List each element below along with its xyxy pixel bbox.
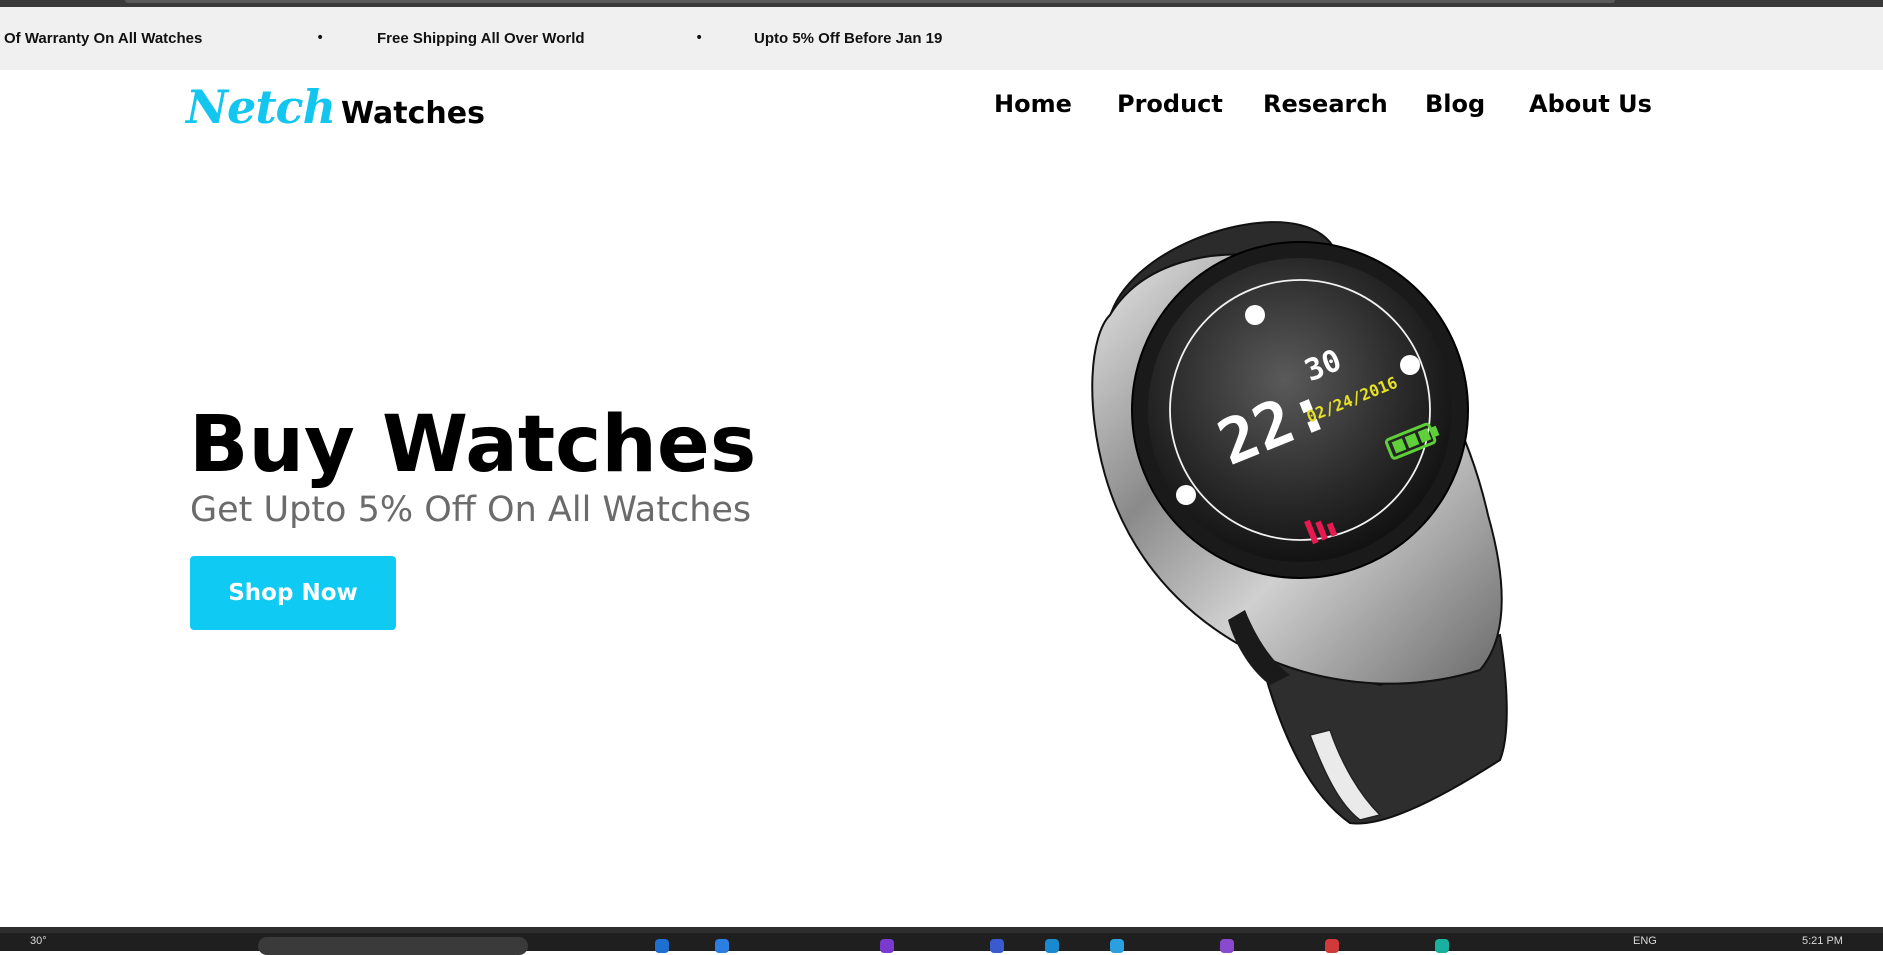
nav-about-us[interactable]: About Us [1529,90,1652,118]
announcement-separator: • [316,30,325,46]
watch-dial-dot [1176,485,1196,505]
taskbar-weather: 30° [30,935,47,947]
nav-research[interactable]: Research [1263,90,1388,118]
announcement-warranty: Of Warranty On All Watches [4,30,203,47]
watch-dial-dot [1245,305,1265,325]
watch-dial-dot [1400,355,1420,375]
hero-subtitle: Get Upto 5% Off On All Watches [190,490,752,530]
nav-blog[interactable]: Blog [1425,90,1485,118]
site-logo[interactable]: Netch Watches [186,80,485,140]
browser-tab-edge [125,0,1615,3]
hero-title: Buy Watches [189,400,757,490]
logo-word-text: Watches [341,96,485,131]
announcement-bar: Of Warranty On All Watches • Free Shippi… [0,7,1883,70]
shop-now-button[interactable]: Shop Now [190,556,396,630]
announcement-shipping: Free Shipping All Over World [377,30,585,47]
nav-home[interactable]: Home [994,90,1072,118]
site-header: Netch Watches Home Product Research Blog … [0,70,1883,150]
nav-product[interactable]: Product [1117,90,1223,118]
smartwatch-image: 22: 30 02/24/2016 [1091,221,1508,825]
taskbar-search-input[interactable] [258,937,528,955]
browser-top-edge [0,0,1883,7]
logo-script-text: Netch [186,80,336,134]
os-taskbar: 30° ENG 5:21 PM [0,933,1883,955]
announcement-separator: • [695,30,704,46]
taskbar-language[interactable]: ENG [1633,935,1657,947]
taskbar-clock[interactable]: 5:21 PM [1802,935,1843,947]
announcement-discount: Upto 5% Off Before Jan 19 [754,30,943,47]
